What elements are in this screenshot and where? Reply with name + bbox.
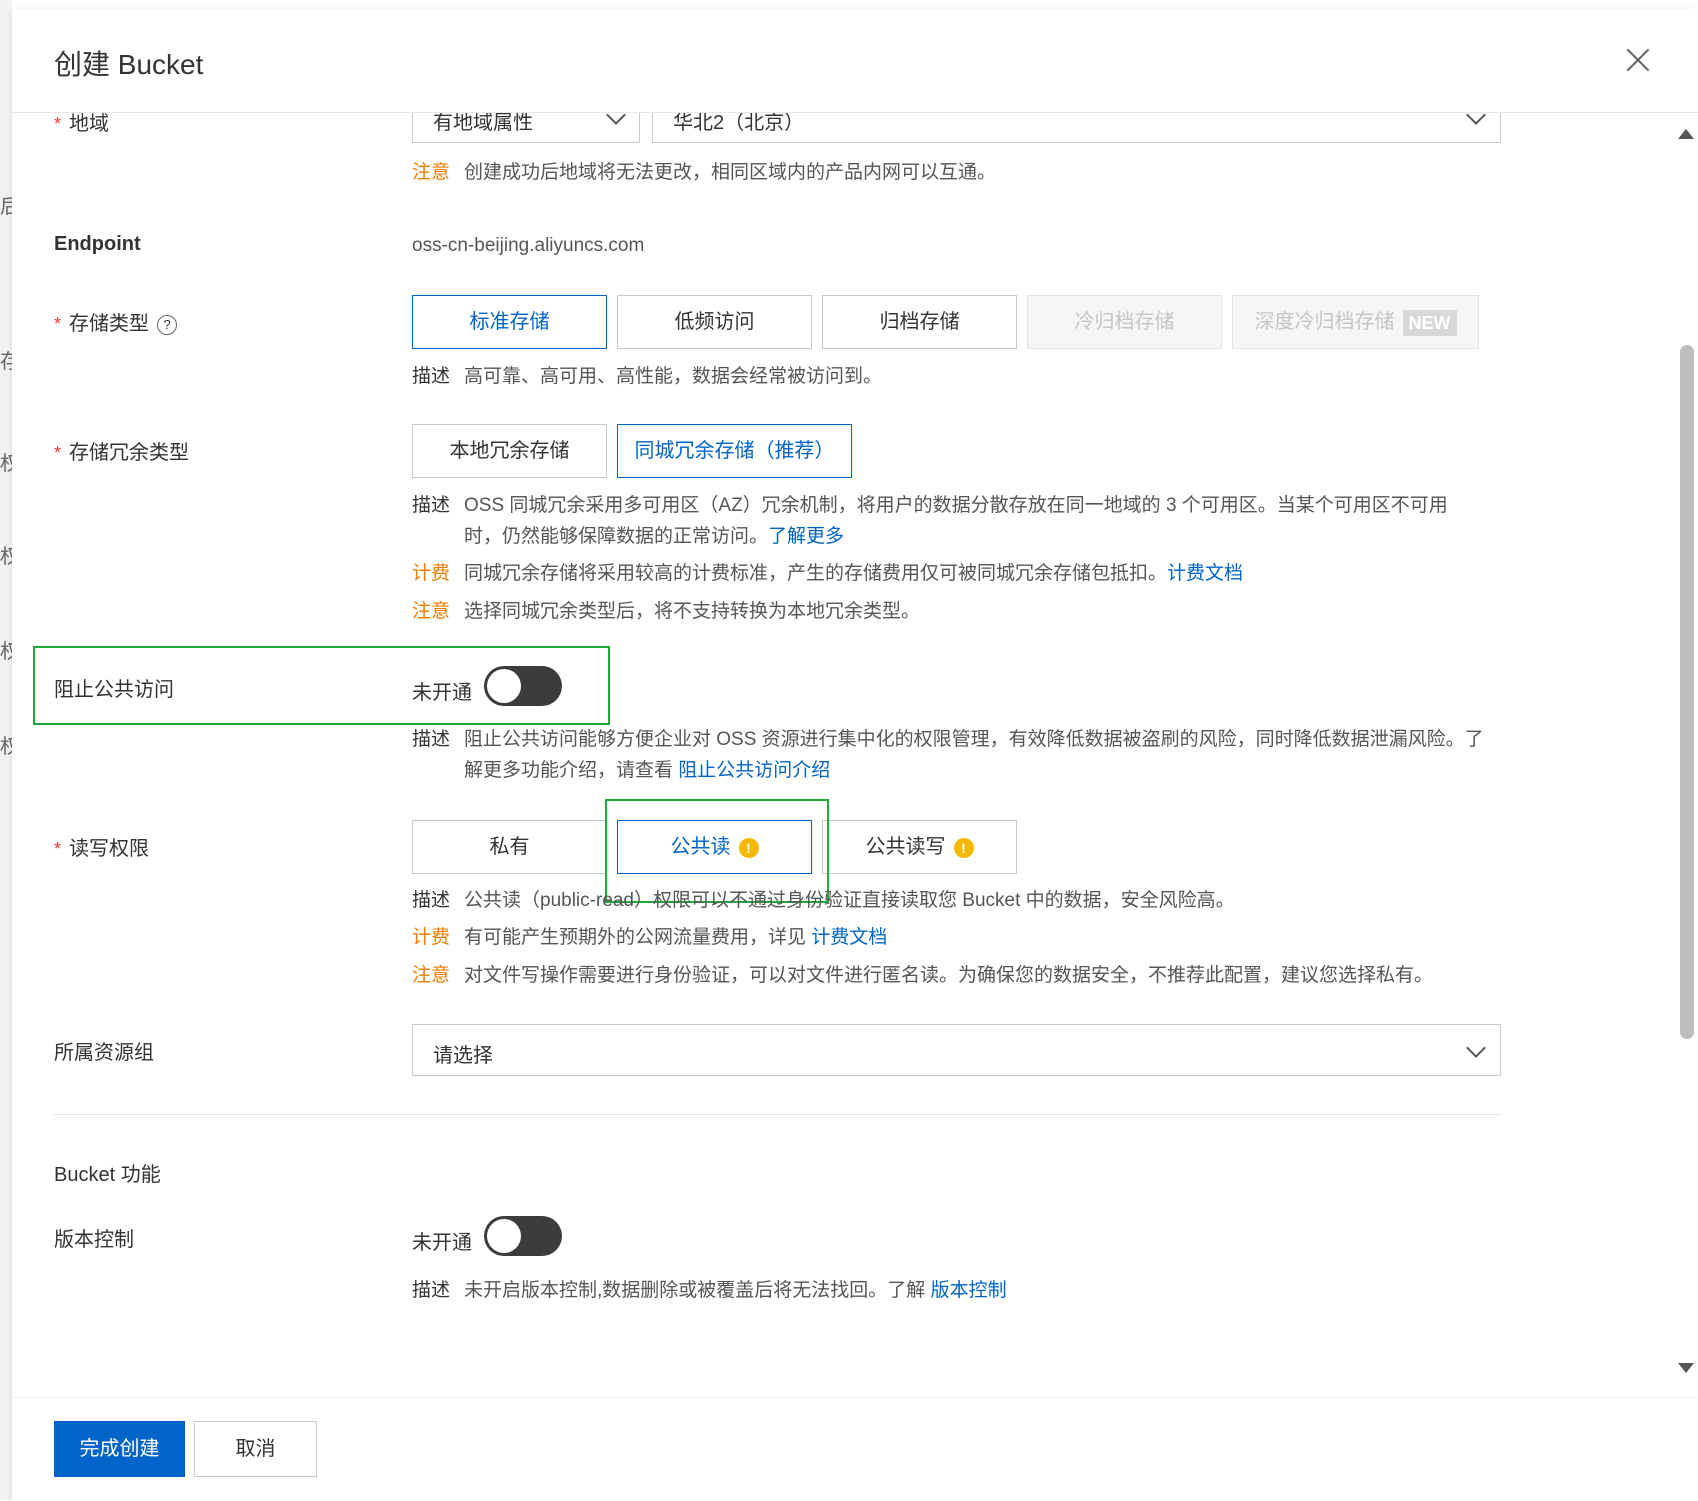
redundancy-label: * 存储冗余类型	[54, 442, 190, 464]
submit-button[interactable]: 完成创建	[54, 1421, 185, 1477]
chevron-down-icon	[1466, 1038, 1486, 1058]
toggle-knob	[487, 669, 521, 703]
new-badge: NEW	[1402, 309, 1457, 336]
scrollbar[interactable]	[1674, 113, 1696, 1396]
cancel-button[interactable]: 取消	[194, 1421, 317, 1477]
chevron-down-icon	[606, 113, 626, 125]
background-char: 权	[0, 546, 12, 568]
versioning-link[interactable]: 版本控制	[931, 1280, 1007, 1301]
learn-more-link[interactable]: 了解更多	[768, 526, 844, 547]
background-char: 权	[0, 453, 12, 475]
resource-group-select[interactable]: 请选择	[412, 1024, 1501, 1076]
acl-option-public-read-write[interactable]: 公共读写!	[822, 820, 1017, 874]
storage-class-label: * 存储类型?	[54, 307, 178, 336]
scrollbar-thumb[interactable]	[1680, 345, 1694, 1039]
acl-label: * 读写权限	[54, 838, 150, 860]
storage-option-ia[interactable]: 低频访问	[617, 295, 812, 349]
help-icon[interactable]: ?	[157, 314, 178, 335]
redundancy-note: 注意 选择同城冗余类型后，将不支持转换为本地冗余类型。	[412, 601, 921, 622]
block-public-toggle[interactable]	[484, 666, 562, 706]
dialog-title: 创建 Bucket	[54, 49, 204, 80]
acl-billing: 计费 有可能产生预期外的公网流量费用，详见 计费文档	[412, 927, 888, 948]
close-icon[interactable]	[1623, 45, 1653, 75]
billing-doc-link[interactable]: 计费文档	[1167, 563, 1243, 584]
warning-icon: !	[953, 837, 974, 858]
block-public-status: 未开通	[412, 682, 472, 704]
storage-class-desc: 描述 高可靠、高可用、高性能，数据会经常被访问到。	[412, 366, 883, 387]
block-public-intro-link[interactable]: 阻止公共访问介绍	[678, 760, 830, 781]
block-public-desc: 描述 阻止公共访问能够方便企业对 OSS 资源进行集中化的权限管理，有效降低数据…	[412, 729, 1484, 781]
endpoint-label: Endpoint	[54, 233, 141, 255]
acl-option-private[interactable]: 私有	[412, 820, 607, 874]
resource-group-label: 所属资源组	[54, 1042, 154, 1064]
acl-billing-doc-link[interactable]: 计费文档	[811, 927, 887, 948]
versioning-status: 未开通	[412, 1232, 472, 1254]
background-char: 存	[0, 351, 12, 373]
endpoint-value: oss-cn-beijing.aliyuncs.com	[412, 235, 645, 256]
region-note: 注意 创建成功后地域将无法更改，相同区域内的产品内网可以互通。	[412, 162, 997, 183]
storage-option-deep-cold-archive: 深度冷归档存储 NEW	[1232, 295, 1479, 349]
redundancy-option-lrs[interactable]: 本地冗余存储	[412, 424, 607, 478]
redundancy-desc: 描述 OSS 同城冗余采用多可用区（AZ）冗余机制，将用户的数据分散存放在同一地…	[412, 495, 1448, 547]
dialog-footer: 完成创建 取消	[12, 1397, 1698, 1501]
section-divider	[54, 1114, 1502, 1115]
storage-option-standard[interactable]: 标准存储	[412, 295, 607, 349]
redundancy-option-zrs[interactable]: 同城冗余存储（推荐）	[617, 424, 852, 478]
bucket-features-heading: Bucket 功能	[54, 1164, 161, 1186]
storage-option-cold-archive: 冷归档存储	[1027, 295, 1222, 349]
storage-option-archive[interactable]: 归档存储	[822, 295, 1017, 349]
acl-desc: 描述 公共读（public-read）权限可以不通过身份验证直接读取您 Buck…	[412, 890, 1235, 911]
background-char: 权	[0, 736, 12, 758]
versioning-toggle[interactable]	[484, 1216, 562, 1256]
region-select[interactable]: 华北2（北京）	[652, 113, 1501, 143]
chevron-down-icon	[1466, 113, 1486, 125]
region-attr-select[interactable]: 有地域属性	[412, 113, 640, 143]
block-public-label: 阻止公共访问	[54, 679, 174, 701]
background-char: 后	[0, 196, 12, 218]
versioning-label: 版本控制	[54, 1229, 134, 1251]
redundancy-billing: 计费 同城冗余存储将采用较高的计费标准，产生的存储费用仅可被同城冗余存储包抵扣。…	[412, 563, 1244, 584]
toggle-knob	[487, 1219, 521, 1253]
create-bucket-dialog: 创建 Bucket * 地域 有地域属性 华北2（北京） 注意 创建成功后地域将无…	[12, 9, 1698, 1501]
scroll-down-icon[interactable]	[1678, 1363, 1694, 1373]
dialog-body[interactable]: * 地域 有地域属性 华北2（北京） 注意 创建成功后地域将无法更改，相同区域内的…	[12, 113, 1698, 1396]
dialog-header: 创建 Bucket	[12, 9, 1698, 113]
background-char: 权	[0, 641, 12, 663]
acl-note: 注意 对文件写操作需要进行身份验证，可以对文件进行匿名读。为确保您的数据安全，不…	[412, 965, 1434, 986]
scroll-up-icon[interactable]	[1678, 129, 1694, 139]
region-label: * 地域	[54, 113, 110, 135]
versioning-desc: 描述 未开启版本控制,数据删除或被覆盖后将无法找回。了解 版本控制	[412, 1280, 1007, 1301]
